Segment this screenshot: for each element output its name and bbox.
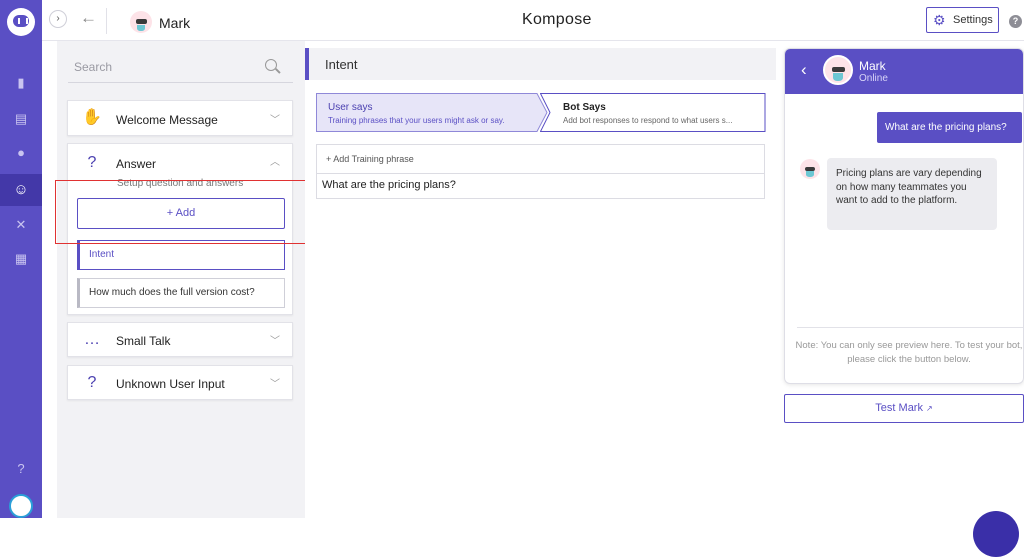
question-list-item[interactable]: How much does the full version cost? (77, 278, 285, 308)
help-icon[interactable]: ? (13, 462, 29, 476)
chevron-down-icon[interactable]: ﹀ (270, 111, 280, 126)
divider (106, 8, 107, 34)
bot-name: Mark (859, 59, 886, 73)
intent-list-item[interactable]: Intent (77, 240, 285, 270)
settings-label: Settings (953, 14, 993, 26)
card-title: Welcome Message (116, 113, 218, 127)
top-bar: › ← Mark Kompose ⚙ Settings ? (42, 0, 1024, 41)
bot-avatar (130, 11, 152, 33)
tab-subtitle: Training phrases that your users might a… (328, 116, 505, 125)
test-bot-button[interactable]: Test Mark ↗ (784, 394, 1024, 423)
bot-avatar (800, 159, 820, 179)
docs-icon[interactable]: ▦ (13, 252, 29, 266)
bot-icon[interactable]: ☺ (0, 174, 42, 206)
tab-bot-says[interactable]: Bot Says Add bot responses to respond to… (540, 93, 766, 132)
app-sidebar: ▮ ▤ ● ☺ ✕ ▦ ? (0, 0, 42, 518)
chevron-down-icon[interactable]: ﹀ (270, 332, 280, 347)
users-icon[interactable]: ● (13, 146, 29, 160)
search-box (68, 53, 293, 83)
tab-title: User says (328, 102, 373, 113)
test-button-label: Test Mark (875, 402, 923, 414)
user-avatar[interactable] (9, 494, 33, 518)
bot-message: Pricing plans are vary depending on how … (827, 158, 997, 230)
small-talk-card[interactable]: … Small Talk ﹀ (67, 322, 293, 357)
conversations-icon[interactable]: ▤ (13, 112, 29, 126)
bot-avatar (823, 55, 853, 85)
welcome-message-card[interactable]: ✋ Welcome Message ﹀ (67, 100, 293, 136)
unknown-input-card[interactable]: ? Unknown User Input ﹀ (67, 365, 293, 400)
question-box-icon: ? (87, 374, 97, 391)
gear-icon: ⚙ (933, 12, 946, 28)
intent-tabs: User says Training phrases that your use… (316, 93, 766, 132)
bot-status: Online (859, 73, 888, 84)
question-bubble-icon: ? (87, 154, 97, 171)
chat-dots-icon: … (84, 331, 100, 348)
card-title: Small Talk (116, 334, 171, 348)
tab-subtitle: Add bot responses to respond to what use… (563, 116, 733, 125)
divider (797, 327, 1023, 328)
preview-note: Note: You can only see preview here. To … (795, 340, 1023, 365)
add-answer-button[interactable]: + Add (77, 198, 285, 229)
search-icon[interactable] (265, 59, 277, 71)
intent-sidebar: ✋ Welcome Message ﹀ ? Answer ︿ Setup que… (57, 41, 305, 518)
page-title: Kompose (522, 11, 592, 28)
tab-title: Bot Says (563, 102, 606, 113)
search-input[interactable] (74, 60, 254, 74)
tab-user-says[interactable]: User says Training phrases that your use… (316, 93, 548, 132)
intent-editor: Intent User says Training phrases that y… (305, 41, 776, 518)
external-link-icon: ↗ (925, 404, 933, 413)
help-icon[interactable]: ? (1009, 15, 1022, 28)
wave-hand-icon: ✋ (82, 109, 102, 126)
settings-button[interactable]: ⚙ Settings (926, 7, 999, 33)
bar-chart-icon[interactable]: ▮ (13, 76, 29, 90)
chat-preview-header: ‹ Mark Online (785, 49, 1023, 94)
chat-preview: ‹ Mark Online What are the pricing plans… (784, 48, 1024, 384)
chevron-up-icon[interactable]: ︿ (270, 153, 280, 168)
card-title[interactable]: Answer (116, 157, 156, 171)
logo-icon[interactable] (7, 8, 35, 36)
card-subtitle: Setup question and answers (117, 178, 244, 189)
user-message: What are the pricing plans? (877, 112, 1022, 143)
training-phrases: + Add Training phrase What are the prici… (316, 144, 765, 199)
bot-name: Mark (159, 15, 191, 31)
card-title: Unknown User Input (116, 377, 225, 391)
add-training-phrase-button[interactable]: + Add Training phrase (326, 154, 414, 164)
expand-sidebar-button[interactable]: › (49, 10, 67, 28)
training-phrase-item[interactable]: What are the pricing plans? (322, 179, 456, 191)
intent-title: Intent (325, 57, 358, 72)
answer-card: ? Answer ︿ Setup question and answers + … (67, 143, 293, 315)
integrations-icon[interactable]: ✕ (13, 218, 29, 232)
intent-header: Intent (305, 48, 776, 80)
chevron-down-icon[interactable]: ﹀ (270, 375, 280, 390)
divider (317, 173, 764, 174)
back-arrow-icon[interactable]: ← (80, 8, 97, 28)
chevron-left-icon[interactable]: ‹ (801, 60, 807, 80)
